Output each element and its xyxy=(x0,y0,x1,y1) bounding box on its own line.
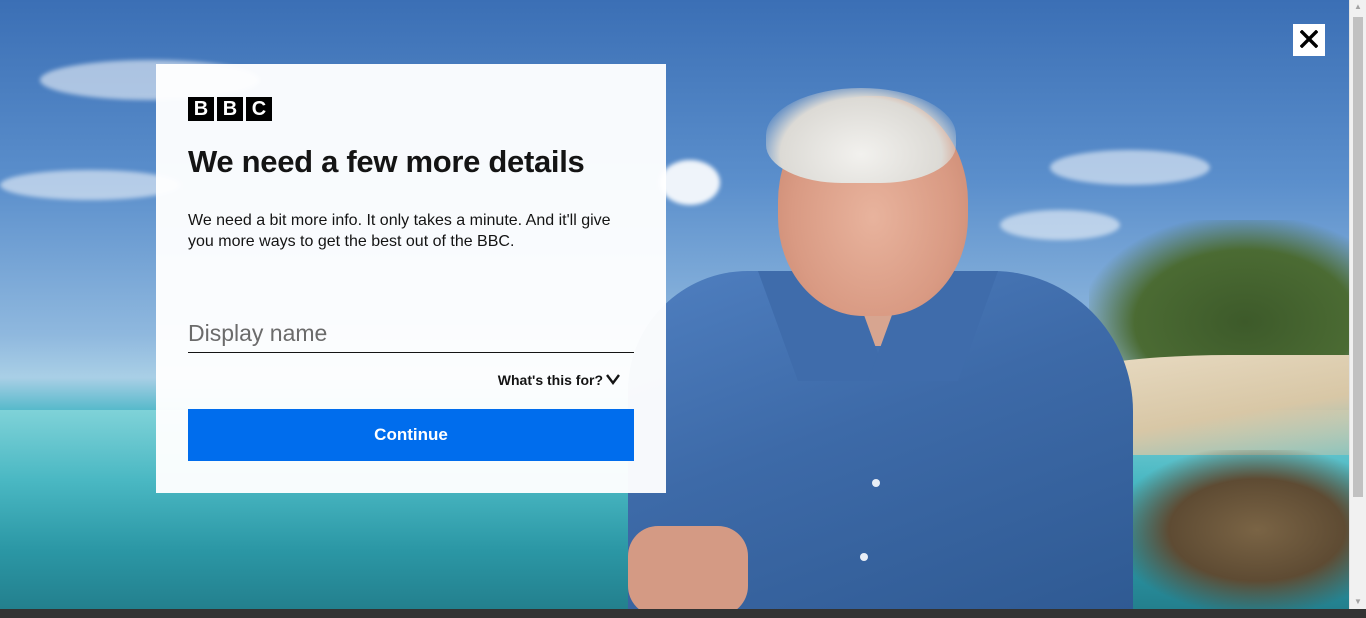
cloud xyxy=(0,170,180,200)
display-name-field xyxy=(188,316,634,353)
help-link-label: What's this for? xyxy=(497,372,603,388)
bottom-bar xyxy=(0,609,1366,618)
presenter-photo xyxy=(628,88,1133,609)
vertical-scrollbar[interactable]: ▲ ▼ xyxy=(1349,0,1366,609)
bbc-logo-letter: B xyxy=(188,97,214,121)
chevron-down-icon xyxy=(606,372,620,388)
bbc-logo[interactable]: B B C xyxy=(188,97,272,121)
details-modal: B B C We need a few more details We need… xyxy=(156,64,666,493)
modal-description: We need a bit more info. It only takes a… xyxy=(188,212,611,250)
scroll-up-icon[interactable]: ▲ xyxy=(1354,3,1362,11)
scroll-down-icon[interactable]: ▼ xyxy=(1354,598,1362,606)
rocks xyxy=(1119,450,1349,609)
arm xyxy=(628,526,748,609)
shirt-button xyxy=(860,553,868,561)
close-icon xyxy=(1299,29,1319,51)
close-button[interactable] xyxy=(1293,24,1325,56)
whats-this-for-link[interactable]: What's this for? xyxy=(498,372,620,388)
display-name-input[interactable] xyxy=(188,316,634,350)
modal-title: We need a few more details xyxy=(188,144,585,179)
shirt-button xyxy=(872,479,880,487)
bbc-logo-letter: B xyxy=(217,97,243,121)
bbc-logo-letter: C xyxy=(246,97,272,121)
scroll-thumb[interactable] xyxy=(1353,17,1363,497)
hair xyxy=(766,88,956,183)
continue-button[interactable]: Continue xyxy=(188,409,634,461)
